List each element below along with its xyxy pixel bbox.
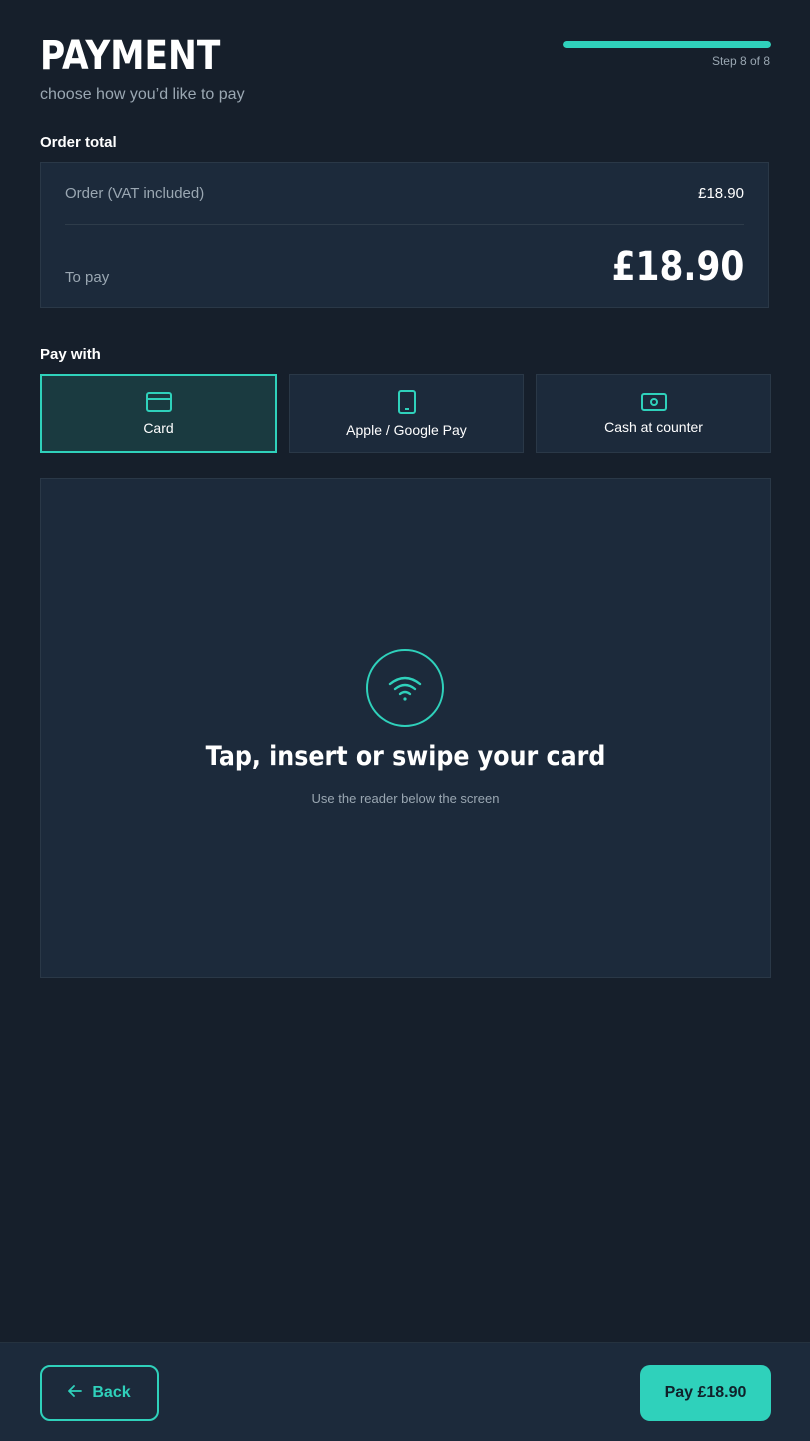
payment-option-mobile-wallet[interactable]: Apple / Google Pay (289, 374, 524, 453)
order-total-label: Order total (40, 134, 117, 151)
contactless-icon (366, 649, 444, 727)
payment-option-label: Apple / Google Pay (346, 421, 467, 438)
step-indicator: Step 8 of 8 (711, 54, 770, 68)
to-pay-label: To pay (65, 268, 110, 286)
payment-option-label: Card (143, 419, 174, 436)
page-subtitle: choose how you’d like to pay (40, 86, 245, 103)
to-pay-amount: £18.90 (611, 244, 744, 290)
order-row: Order (VAT included) £18.90 (65, 163, 744, 225)
back-button-label: Back (92, 1384, 131, 1401)
arrow-left-icon (68, 1384, 83, 1402)
reader-title: Tap, insert or swipe your card (205, 741, 606, 772)
credit-card-icon (145, 391, 172, 412)
payment-option-cash[interactable]: Cash at counter (536, 374, 771, 453)
progress-fill (563, 41, 771, 48)
phone-icon (397, 389, 416, 414)
payment-option-card[interactable]: Card (40, 374, 277, 453)
progress-bar (563, 41, 771, 48)
pay-button[interactable]: Pay £18.90 (640, 1365, 771, 1421)
payment-option-label: Cash at counter (604, 418, 703, 435)
to-pay-row: To pay £18.90 (65, 225, 744, 309)
cash-icon (640, 392, 667, 411)
footer-bar: Back Pay £18.90 (0, 1342, 810, 1441)
page-title: PAYMENT (40, 33, 221, 79)
reader-subtitle: Use the reader below the screen (311, 791, 500, 806)
card-reader-panel: Tap, insert or swipe your card Use the r… (40, 478, 771, 978)
order-label: Order (VAT included) (65, 185, 205, 202)
payment-methods: Card Apple / Google Pay Cash at counter (40, 374, 771, 453)
order-summary-card: Order (VAT included) £18.90 To pay £18.9… (40, 162, 769, 308)
order-value: £18.90 (698, 185, 744, 202)
pay-with-label: Pay with (40, 346, 101, 363)
back-button[interactable]: Back (40, 1365, 159, 1421)
